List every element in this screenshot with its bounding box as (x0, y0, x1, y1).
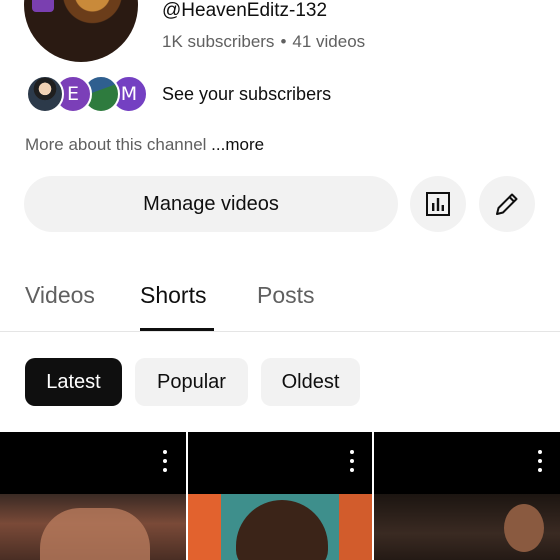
chip-oldest[interactable]: Oldest (261, 358, 360, 406)
more-link[interactable]: ...more (211, 135, 264, 154)
analytics-icon (426, 192, 450, 216)
selected-tab-indicator (140, 328, 214, 331)
short-preview-image (188, 494, 372, 560)
avatar-decoration (32, 0, 54, 12)
short-thumbnail[interactable] (188, 432, 372, 560)
description-text: More about this channel (25, 135, 212, 154)
subscriber-avatars: E M (26, 75, 150, 113)
short-thumbnail[interactable] (374, 432, 560, 560)
short-thumbnail[interactable] (0, 432, 186, 560)
edit-channel-button[interactable] (479, 176, 535, 232)
subscriber-avatar (26, 75, 64, 113)
video-count: 41 videos (292, 32, 366, 51)
see-subscribers-row[interactable]: E M See your subscribers (26, 75, 331, 113)
chip-popular[interactable]: Popular (135, 358, 248, 406)
tab-shorts[interactable]: Shorts (140, 282, 206, 309)
tab-videos[interactable]: Videos (25, 282, 95, 309)
stats-separator: • (280, 32, 287, 51)
manage-videos-button[interactable]: Manage videos (24, 176, 398, 232)
see-subscribers-label: See your subscribers (162, 83, 332, 104)
channel-tabs: Videos Shorts Posts (0, 266, 560, 332)
chip-latest[interactable]: Latest (25, 358, 122, 406)
more-vert-icon[interactable] (162, 450, 168, 472)
channel-description[interactable]: More about this channel ...more (25, 135, 264, 155)
channel-stats: 1K subscribers • 41 videos (162, 32, 365, 52)
more-vert-icon[interactable] (349, 450, 355, 472)
channel-handle: @HeavenEditz-132 (162, 0, 328, 21)
tab-posts[interactable]: Posts (257, 282, 315, 309)
pencil-icon (496, 193, 518, 215)
short-preview-image (0, 494, 186, 560)
more-vert-icon[interactable] (537, 450, 543, 472)
short-preview-image (374, 494, 560, 560)
subscriber-count: 1K subscribers (162, 32, 275, 51)
analytics-button[interactable] (410, 176, 466, 232)
channel-avatar[interactable] (24, 0, 138, 62)
